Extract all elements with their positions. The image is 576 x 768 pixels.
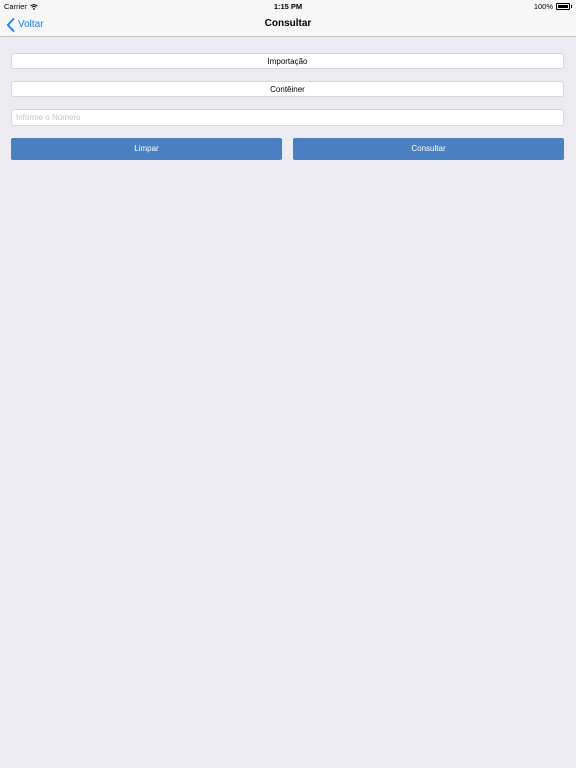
- battery-icon: [556, 3, 570, 10]
- type-selector-button[interactable]: Importação: [11, 53, 564, 69]
- status-bar: Carrier 1:15 PM 100%: [0, 0, 576, 13]
- navigation-bar: Voltar Consultar: [0, 13, 576, 37]
- number-input[interactable]: [11, 109, 564, 126]
- category-selector-button[interactable]: Contêiner: [11, 81, 564, 97]
- battery-percentage: 100%: [533, 2, 553, 11]
- status-time: 1:15 PM: [273, 2, 303, 11]
- battery-indicator: 100%: [534, 2, 572, 11]
- clear-button[interactable]: Limpar: [11, 138, 282, 160]
- search-button[interactable]: Consultar: [293, 138, 564, 160]
- page-title: Consultar: [264, 18, 312, 29]
